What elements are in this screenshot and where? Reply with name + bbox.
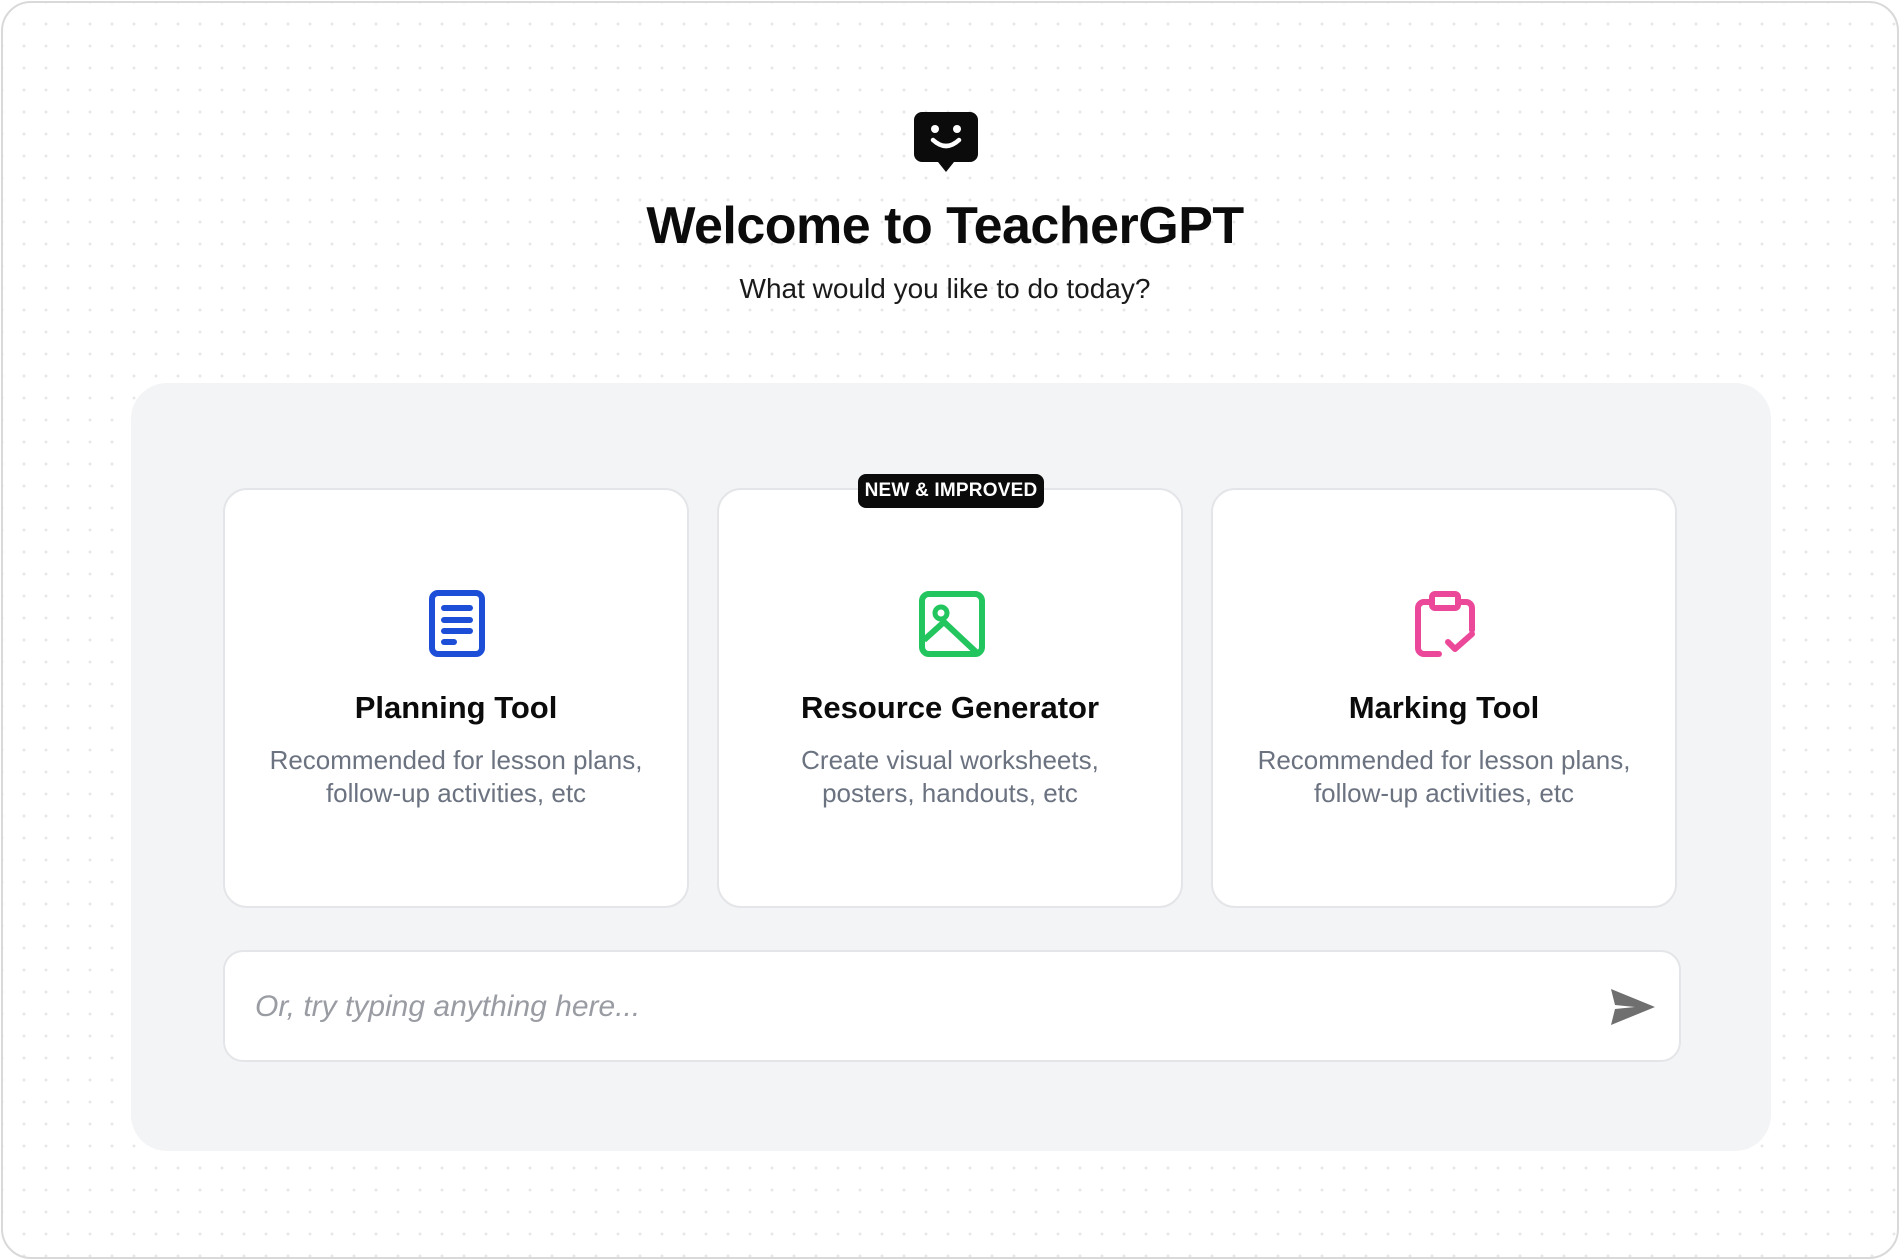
prompt-input[interactable] bbox=[253, 952, 1557, 1062]
chat-smiley-icon bbox=[914, 112, 978, 172]
page-title: Welcome to TeacherGPT bbox=[646, 197, 1244, 255]
new-badge: NEW & IMPROVED bbox=[858, 474, 1044, 508]
tools-panel: Planning Tool Recommended for lesson pla… bbox=[131, 383, 1771, 1151]
marking-tool-card[interactable]: Marking Tool Recommended for lesson plan… bbox=[1211, 488, 1677, 908]
card-title: Marking Tool bbox=[1348, 690, 1540, 725]
prompt-box bbox=[223, 950, 1681, 1062]
document-list-icon bbox=[429, 590, 485, 657]
card-title: Resource Generator bbox=[800, 690, 1100, 725]
card-description: Recommended for lesson plans, follow-up … bbox=[1257, 745, 1631, 808]
planning-tool-card[interactable]: Planning Tool Recommended for lesson pla… bbox=[223, 488, 689, 908]
page-subtitle: What would you like to do today? bbox=[739, 273, 1151, 304]
card-description: Create visual worksheets, posters, hando… bbox=[801, 745, 1099, 808]
clipboard-check-icon bbox=[1415, 591, 1475, 657]
resource-generator-card[interactable]: Resource Generator Create visual workshe… bbox=[717, 488, 1183, 908]
card-description: Recommended for lesson plans, follow-up … bbox=[269, 745, 643, 808]
image-icon bbox=[919, 591, 985, 657]
app-window: Welcome to TeacherGPT What would you lik… bbox=[1, 1, 1899, 1259]
send-icon[interactable] bbox=[1609, 986, 1657, 1028]
card-title: Planning Tool bbox=[354, 690, 558, 725]
